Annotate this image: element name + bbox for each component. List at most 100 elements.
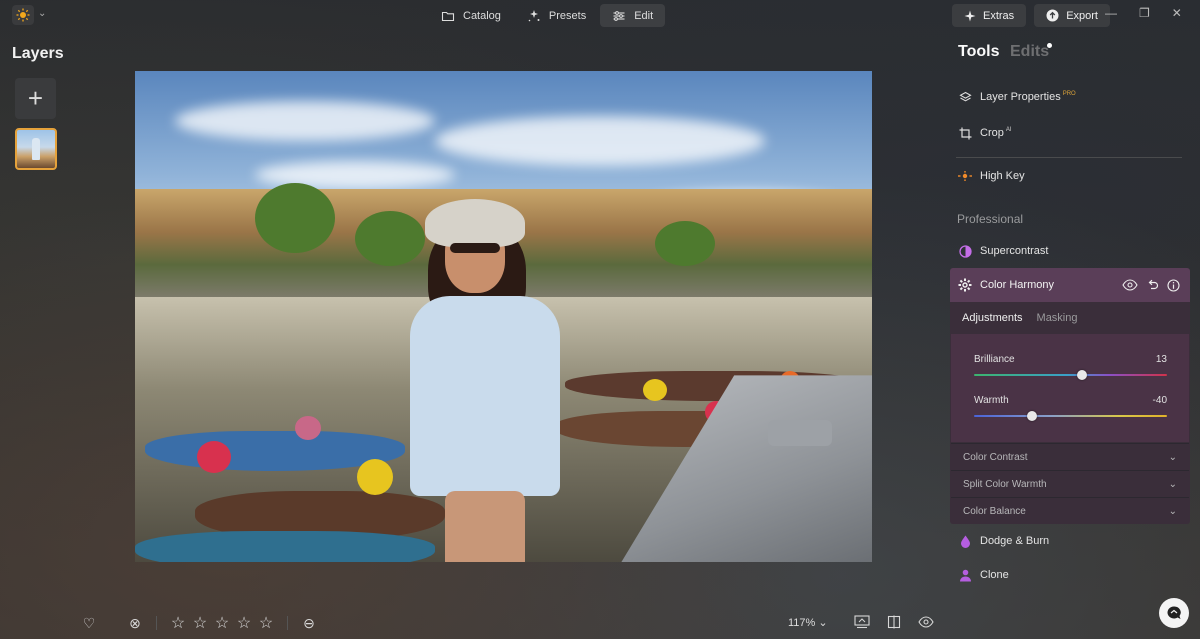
plus-icon: + (27, 83, 44, 113)
divider (156, 616, 157, 630)
restore-icon[interactable]: ❐ (1139, 6, 1150, 20)
sliders-icon (613, 10, 625, 21)
chevron-down-icon: ⌄ (1168, 505, 1177, 517)
layers-icon (958, 90, 972, 104)
chevron-down-icon: ⌄ (815, 617, 828, 629)
star-4-icon[interactable]: ☆ (233, 613, 255, 633)
extras-button[interactable]: Extras (952, 4, 1027, 27)
slider-value-brilliance[interactable]: 13 (1127, 354, 1167, 365)
tool-label: Clone (980, 569, 1009, 581)
section-label: Color Balance (963, 505, 1026, 517)
chevron-down-icon[interactable]: ⌄ (38, 8, 46, 19)
color-balance-section[interactable]: Color Balance ⌄ (951, 497, 1189, 524)
tool-label: High Key (980, 170, 1025, 182)
sparkle-icon (964, 10, 976, 21)
layer-thumbnail[interactable] (15, 128, 57, 170)
star-1-icon[interactable]: ☆ (167, 613, 189, 633)
fit-screen-icon[interactable] (852, 613, 872, 631)
tool-high-key[interactable]: High Key (958, 169, 1025, 183)
tab-edit-label: Edit (634, 9, 654, 22)
compare-split-icon[interactable] (884, 613, 904, 631)
main-nav: Catalog Presets Edit (429, 4, 666, 27)
brilliance-slider-track[interactable] (974, 374, 1167, 376)
tool-label: Crop (980, 127, 1004, 139)
photo-lantern (295, 416, 321, 440)
photo-tree (655, 221, 715, 266)
gear-icon (958, 278, 972, 292)
chevron-down-icon: ⌄ (1168, 478, 1177, 490)
photo-woman-shirt (410, 296, 560, 496)
tool-label: Layer Properties (980, 91, 1061, 103)
tab-presets-label: Presets (548, 9, 587, 22)
top-right-actions: Extras Export (952, 4, 1110, 27)
sparkle-icon (528, 9, 540, 21)
ai-badge: AI (1005, 127, 1012, 134)
photo-woman-hat (425, 199, 525, 247)
eye-icon[interactable] (1122, 278, 1138, 291)
slider-label-brilliance: Brilliance (974, 354, 1015, 365)
tool-dodge-burn[interactable]: Dodge & Burn (958, 534, 1049, 548)
tab-edit[interactable]: Edit (600, 4, 666, 27)
export-label: Export (1066, 9, 1098, 22)
undo-icon[interactable] (1146, 279, 1159, 292)
star-3-icon[interactable]: ☆ (211, 613, 233, 633)
thumbnail-figure (32, 138, 40, 160)
subtab-masking[interactable]: Masking (1037, 312, 1078, 324)
tab-catalog[interactable]: Catalog (429, 4, 513, 27)
color-harmony-header[interactable]: Color Harmony (950, 268, 1190, 302)
tab-tools[interactable]: Tools (958, 43, 999, 61)
split-color-warmth-section[interactable]: Split Color Warmth ⌄ (951, 470, 1189, 497)
brilliance-slider-handle[interactable] (1077, 370, 1087, 380)
warmth-slider-track[interactable] (974, 415, 1167, 417)
heart-icon[interactable]: ♡ (78, 614, 100, 632)
window-controls: — ❐ ✕ (1105, 6, 1182, 20)
eye-preview-icon[interactable] (916, 613, 936, 631)
zoom-selector[interactable]: 117% ⌄ (788, 616, 828, 629)
person-icon (958, 568, 972, 582)
section-professional: Professional (957, 212, 1024, 226)
tab-edits[interactable]: Edits (1010, 43, 1049, 61)
photo-lantern (197, 441, 231, 473)
divider (956, 157, 1182, 158)
tool-clone[interactable]: Clone (958, 568, 1009, 582)
tool-layer-properties[interactable]: Layer Properties PRO (958, 90, 1076, 104)
app-logo[interactable] (12, 5, 34, 25)
zoom-value: 117% (788, 617, 816, 629)
photo-woman-legs (445, 491, 525, 562)
photo-tree (355, 211, 425, 266)
slider-value-warmth[interactable]: -40 (1127, 395, 1167, 406)
chat-support-button[interactable] (1159, 598, 1189, 628)
section-label: Color Contrast (963, 451, 1028, 463)
tool-supercontrast[interactable]: Supercontrast (958, 244, 1048, 258)
more-options-icon[interactable]: ⊖ (298, 614, 320, 632)
color-contrast-section[interactable]: Color Contrast ⌄ (951, 443, 1189, 470)
layers-title: Layers (12, 45, 64, 62)
tab-catalog-label: Catalog (463, 9, 501, 22)
section-label: Split Color Warmth (963, 478, 1047, 490)
info-icon[interactable] (1167, 278, 1180, 292)
tab-presets[interactable]: Presets (515, 4, 598, 27)
crop-icon (958, 126, 972, 140)
reject-icon[interactable]: ⊗ (124, 614, 146, 632)
minimize-icon[interactable]: — (1105, 6, 1117, 20)
photo-canvas[interactable] (135, 71, 872, 562)
export-button[interactable]: Export (1034, 4, 1110, 27)
tool-label: Supercontrast (980, 245, 1049, 257)
photo-lantern (643, 379, 667, 401)
chevron-down-icon: ⌄ (1168, 451, 1177, 463)
close-icon[interactable]: ✕ (1172, 6, 1182, 20)
add-layer-button[interactable]: + (15, 78, 56, 119)
star-2-icon[interactable]: ☆ (189, 613, 211, 633)
rating-toolbar: ♡ ⊗ ☆ ☆ ☆ ☆ ☆ ⊖ (78, 613, 320, 633)
photo-bollard (768, 419, 832, 446)
slider-label-warmth: Warmth (974, 395, 1009, 406)
edits-indicator-dot (1047, 43, 1052, 48)
tool-crop[interactable]: Crop AI (958, 126, 1012, 140)
drop-icon (958, 534, 972, 548)
subtab-adjustments[interactable]: Adjustments (962, 312, 1023, 324)
warmth-slider-handle[interactable] (1027, 411, 1037, 421)
color-harmony-title: Color Harmony (980, 279, 1054, 291)
photo-tree (255, 183, 335, 253)
star-5-icon[interactable]: ☆ (255, 613, 277, 633)
